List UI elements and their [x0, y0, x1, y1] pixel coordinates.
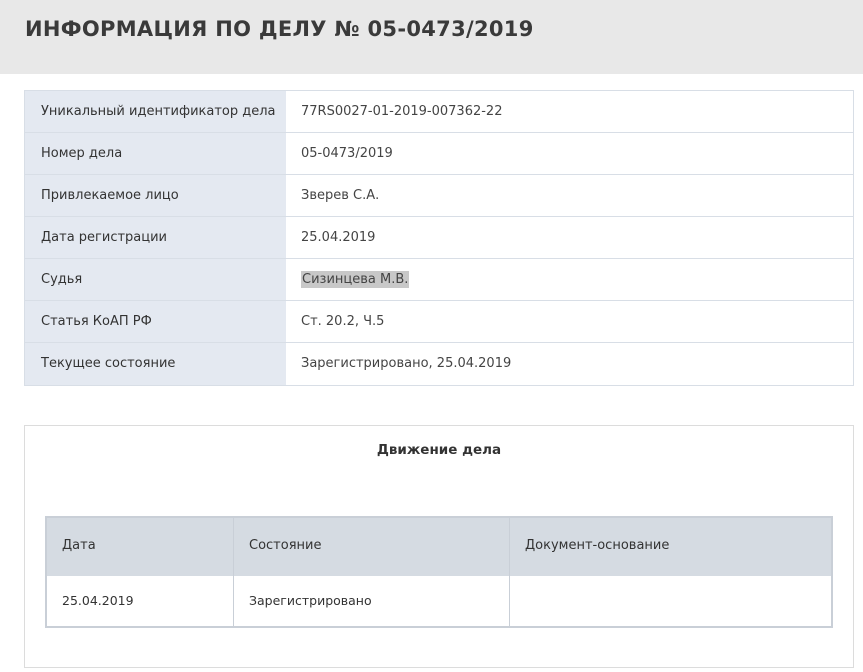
cell-document — [510, 576, 831, 626]
case-info-value: Зверев С.А. — [286, 175, 853, 216]
case-info-table: Уникальный идентификатор дела 77RS0027-0… — [24, 90, 854, 386]
case-info-label: Текущее состояние — [25, 343, 286, 385]
case-info-value: 25.04.2019 — [286, 217, 853, 258]
case-movement-table: Дата Состояние Документ-основание 25.04.… — [45, 516, 833, 628]
case-info-label: Привлекаемое лицо — [25, 175, 286, 216]
column-header-state: Состояние — [234, 518, 510, 576]
case-info-label: Уникальный идентификатор дела — [25, 91, 286, 132]
page-header: ИНФОРМАЦИЯ ПО ДЕЛУ № 05-0473/2019 — [0, 0, 863, 74]
case-info-value: Зарегистрировано, 25.04.2019 — [286, 343, 853, 385]
case-info-row-registration-date: Дата регистрации 25.04.2019 — [25, 217, 853, 259]
cell-date: 25.04.2019 — [47, 576, 234, 626]
case-info-row-status: Текущее состояние Зарегистрировано, 25.0… — [25, 343, 853, 385]
case-info-row-number: Номер дела 05-0473/2019 — [25, 133, 853, 175]
case-info-row-uid: Уникальный идентификатор дела 77RS0027-0… — [25, 91, 853, 133]
case-movement-title: Движение дела — [376, 442, 502, 458]
case-movement-panel: Движение дела Дата Состояние Документ-ос… — [24, 425, 854, 668]
case-info-value: 05-0473/2019 — [286, 133, 853, 174]
case-info-row-judge: Судья Сизинцева М.В. — [25, 259, 853, 301]
case-info-value: Ст. 20.2, Ч.5 — [286, 301, 853, 342]
case-movement-header-row: Дата Состояние Документ-основание — [47, 518, 831, 576]
column-header-date: Дата — [47, 518, 234, 576]
case-info-label: Судья — [25, 259, 286, 300]
cell-state: Зарегистрировано — [234, 576, 510, 626]
case-info-label: Дата регистрации — [25, 217, 286, 258]
judge-name-selected-text[interactable]: Сизинцева М.В. — [301, 271, 410, 288]
case-info-row-article: Статья КоАП РФ Ст. 20.2, Ч.5 — [25, 301, 853, 343]
case-info-label: Номер дела — [25, 133, 286, 174]
case-info-value: 77RS0027-01-2019-007362-22 — [286, 91, 853, 132]
case-info-label: Статья КоАП РФ — [25, 301, 286, 342]
case-info-row-person: Привлекаемое лицо Зверев С.А. — [25, 175, 853, 217]
table-row: 25.04.2019 Зарегистрировано — [47, 576, 831, 626]
case-info-value: Сизинцева М.В. — [286, 259, 853, 300]
column-header-document: Документ-основание — [525, 538, 670, 553]
page-title: ИНФОРМАЦИЯ ПО ДЕЛУ № 05-0473/2019 — [25, 17, 534, 41]
